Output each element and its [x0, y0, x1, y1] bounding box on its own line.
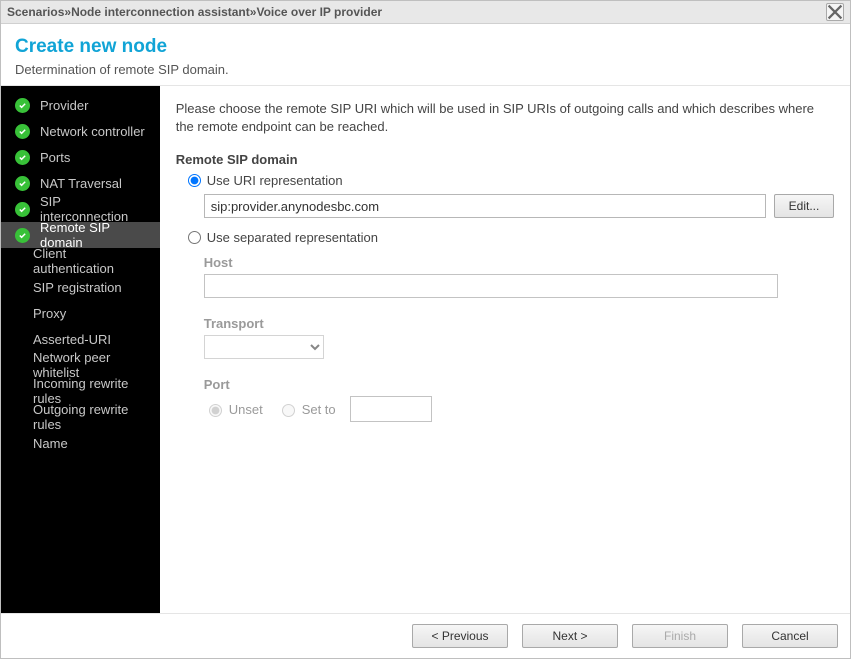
sidebar-item-remote-sip-domain[interactable]: Remote SIP domain: [1, 222, 160, 248]
edit-button[interactable]: Edit...: [774, 194, 834, 218]
sidebar-item-label: Provider: [40, 98, 88, 113]
sidebar-item-label: Name: [33, 436, 68, 451]
radio-port-unset-label: Unset: [229, 402, 263, 417]
sidebar-item-network-peer-whitelist[interactable]: Network peer whitelist: [1, 352, 160, 378]
breadcrumb-sep: »: [64, 5, 71, 19]
sidebar-item-asserted-uri[interactable]: Asserted-URI: [1, 326, 160, 352]
check-icon: [15, 228, 30, 243]
breadcrumb-part-1: Scenarios: [7, 5, 64, 19]
previous-button[interactable]: < Previous: [412, 624, 508, 648]
intro-text: Please choose the remote SIP URI which w…: [176, 100, 834, 136]
sidebar-item-label: SIP registration: [33, 280, 122, 295]
radio-port-setto[interactable]: [282, 404, 295, 417]
sidebar-item-incoming-rewrite-rules[interactable]: Incoming rewrite rules: [1, 378, 160, 404]
sidebar-item-sip-registration[interactable]: SIP registration: [1, 274, 160, 300]
sidebar: Provider Network controller Ports NAT Tr…: [1, 86, 160, 613]
radio-separated-representation[interactable]: [188, 231, 201, 244]
check-icon: [15, 176, 30, 191]
sidebar-item-label: Asserted-URI: [33, 332, 111, 347]
section-title-remote-sip-domain: Remote SIP domain: [176, 152, 834, 167]
close-button[interactable]: [826, 3, 844, 21]
radio-port-unset[interactable]: [209, 404, 222, 417]
page-title: Create new node: [15, 36, 836, 58]
footer: < Previous Next > Finish Cancel: [1, 613, 850, 658]
check-icon: [15, 124, 30, 139]
radio-separated-representation-label: Use separated representation: [207, 230, 378, 245]
titlebar: Scenarios » Node interconnection assista…: [1, 1, 850, 24]
wizard-window: Scenarios » Node interconnection assista…: [0, 0, 851, 659]
radio-uri-representation[interactable]: [188, 174, 201, 187]
content: Please choose the remote SIP URI which w…: [160, 86, 850, 613]
sidebar-item-label: Network controller: [40, 124, 145, 139]
port-input[interactable]: [350, 396, 432, 422]
sidebar-item-label: NAT Traversal: [40, 176, 122, 191]
check-icon: [15, 150, 30, 165]
cancel-button[interactable]: Cancel: [742, 624, 838, 648]
sidebar-item-network-controller[interactable]: Network controller: [1, 118, 160, 144]
port-label: Port: [204, 377, 834, 392]
check-icon: [15, 202, 30, 217]
host-label: Host: [204, 255, 834, 270]
sidebar-item-provider[interactable]: Provider: [1, 92, 160, 118]
sidebar-item-ports[interactable]: Ports: [1, 144, 160, 170]
sidebar-item-client-authentication[interactable]: Client authentication: [1, 248, 160, 274]
sidebar-item-outgoing-rewrite-rules[interactable]: Outgoing rewrite rules: [1, 404, 160, 430]
body: Provider Network controller Ports NAT Tr…: [1, 86, 850, 613]
sidebar-item-label: Proxy: [33, 306, 66, 321]
transport-select[interactable]: [204, 335, 324, 359]
finish-button[interactable]: Finish: [632, 624, 728, 648]
breadcrumb-sep: »: [250, 5, 257, 19]
uri-input[interactable]: [204, 194, 766, 218]
transport-label: Transport: [204, 316, 834, 331]
close-icon: [827, 4, 843, 20]
sidebar-item-name[interactable]: Name: [1, 430, 160, 456]
radio-uri-representation-label: Use URI representation: [207, 173, 343, 188]
sidebar-item-sip-interconnection[interactable]: SIP interconnection: [1, 196, 160, 222]
sidebar-item-label: Outgoing rewrite rules: [33, 402, 150, 432]
radio-port-setto-label: Set to: [302, 402, 336, 417]
sidebar-item-label: Client authentication: [33, 246, 150, 276]
host-input[interactable]: [204, 274, 778, 298]
next-button[interactable]: Next >: [522, 624, 618, 648]
breadcrumb-part-2: Node interconnection assistant: [71, 5, 250, 19]
page-subtitle: Determination of remote SIP domain.: [15, 62, 836, 77]
check-icon: [15, 98, 30, 113]
breadcrumb-part-3: Voice over IP provider: [256, 5, 382, 19]
sidebar-item-nat-traversal[interactable]: NAT Traversal: [1, 170, 160, 196]
sidebar-item-label: Ports: [40, 150, 70, 165]
sidebar-item-proxy[interactable]: Proxy: [1, 300, 160, 326]
header: Create new node Determination of remote …: [1, 24, 850, 86]
